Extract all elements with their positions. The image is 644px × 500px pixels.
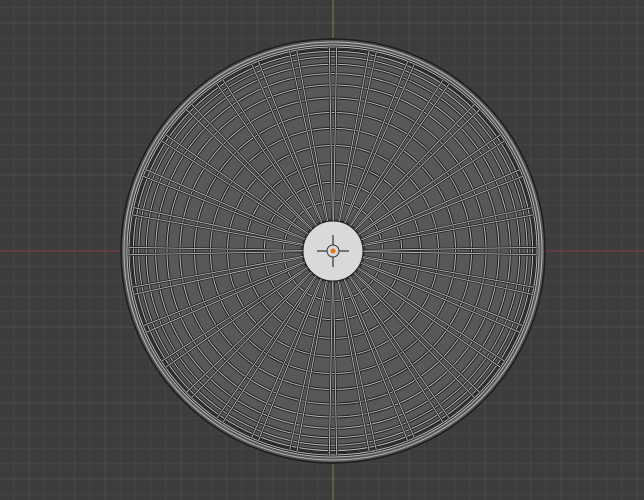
viewport-canvas[interactable] xyxy=(0,0,644,500)
3d-viewport[interactable] xyxy=(0,0,644,500)
origin-dot xyxy=(330,248,336,254)
